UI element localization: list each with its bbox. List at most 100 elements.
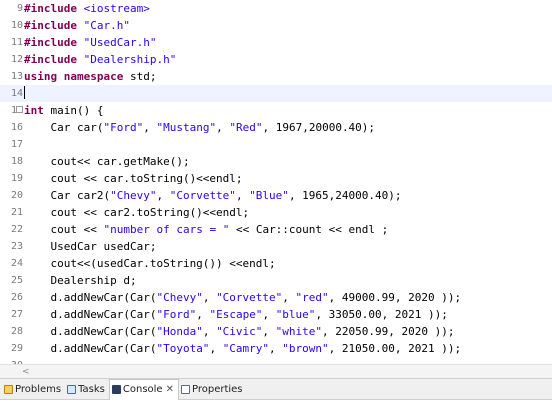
code-text: cout<<(usedCar.toString()) <<endl;	[24, 255, 276, 272]
line-number: 17	[10, 139, 23, 150]
line-number: 23	[10, 241, 23, 252]
properties-icon	[180, 384, 190, 394]
code-token: , 49000.99, 2020 ));	[328, 291, 462, 304]
tab-console[interactable]: Console ✕	[108, 378, 179, 400]
code-token: UsedCar usedCar;	[24, 240, 157, 253]
code-token: ,	[262, 325, 276, 338]
code-line-24[interactable]: 24 cout<<(usedCar.toString()) <<endl;	[0, 255, 552, 272]
code-text: cout << car2.toString()<<endl;	[24, 204, 249, 221]
code-token: ,	[196, 308, 210, 321]
code-line-20[interactable]: 20 Car car2("Chevy", "Corvette", "Blue",…	[0, 187, 552, 204]
keyword-token: using	[24, 70, 58, 83]
code-text: int main() {	[24, 102, 103, 119]
code-text: #include "Dealership.h"	[24, 51, 176, 68]
code-line-30[interactable]: 30	[0, 357, 552, 364]
code-token: , 21050.00, 2021 ));	[328, 342, 462, 355]
line-number: 30	[3, 357, 23, 364]
code-line-22[interactable]: 22 cout << "number of cars = " << Car::c…	[0, 221, 552, 238]
string-token: "Ford"	[156, 308, 197, 321]
code-text: Car car("Ford", "Mustang", "Red", 1967,2…	[24, 119, 375, 136]
line-number: 18	[10, 156, 23, 167]
tasks-icon	[67, 384, 77, 394]
code-token: ,	[143, 121, 157, 134]
code-token: std;	[123, 70, 157, 83]
string-token: "red"	[295, 291, 329, 304]
tab-properties[interactable]: Properties	[179, 379, 247, 399]
code-line-29[interactable]: 29 d.addNewCar(Car("Toyota", "Camry", "b…	[0, 340, 552, 357]
string-token: "white"	[275, 325, 323, 338]
code-text: cout << car.toString()<<endl;	[24, 170, 243, 187]
string-token: "Ford"	[103, 121, 144, 134]
code-line-12[interactable]: 12 #include "Dealership.h"	[0, 51, 552, 68]
code-line-21[interactable]: 21 cout << car2.toString()<<endl;	[0, 204, 552, 221]
code-text: Car car2("Chevy", "Corvette", "Blue", 19…	[24, 187, 401, 204]
string-token: "Car.h"	[76, 19, 130, 32]
code-line-17[interactable]: 17	[0, 136, 552, 153]
console-output[interactable]	[0, 400, 552, 414]
code-line-23[interactable]: 23 UsedCar usedCar;	[0, 238, 552, 255]
code-text: cout << "number of cars = " << Car::coun…	[24, 221, 388, 238]
string-token: "Toyota"	[156, 342, 210, 355]
string-token: "Honda"	[156, 325, 203, 338]
keyword-token: int	[24, 104, 44, 117]
code-text: using namespace std;	[24, 68, 156, 85]
code-token: , 33050.00, 2021 ));	[315, 308, 448, 321]
code-token: ,	[216, 121, 230, 134]
keyword-token: #include	[24, 53, 77, 66]
code-text: d.addNewCar(Car("Toyota", "Camry", "brow…	[24, 340, 461, 357]
code-line-28[interactable]: 28 d.addNewCar(Car("Honda", "Civic", "wh…	[0, 323, 552, 340]
code-line-26[interactable]: 26 d.addNewCar(Car("Chevy", "Corvette", …	[0, 289, 552, 306]
code-token: cout << car.toString()<<endl;	[24, 172, 243, 185]
string-token: <iostream>	[76, 2, 150, 15]
code-line-14[interactable]: 14	[0, 85, 552, 102]
tab-tasks[interactable]: Tasks	[65, 379, 109, 399]
code-line-16[interactable]: 16 Car car("Ford", "Mustang", "Red", 196…	[0, 119, 552, 136]
code-token: cout<<(usedCar.toString()) <<endl;	[24, 257, 276, 270]
code-line-25[interactable]: 25 Dealership d;	[0, 272, 552, 289]
code-token: ,	[209, 342, 223, 355]
code-text: Dealership d;	[24, 272, 137, 289]
code-token: Car car(	[24, 121, 104, 134]
code-text: d.addNewCar(Car("Honda", "Civic", "white…	[24, 323, 454, 340]
string-token: "Civic"	[216, 325, 263, 338]
code-token: d.addNewCar(Car(	[24, 325, 157, 338]
fold-toggle-icon[interactable]	[16, 106, 23, 113]
code-line-9[interactable]: 9 #include <iostream>	[0, 0, 552, 17]
line-number: 12	[10, 54, 23, 65]
code-token: ,	[202, 291, 217, 304]
scroll-left-icon[interactable]: <	[22, 365, 30, 379]
code-line-27[interactable]: 27 d.addNewCar(Car("Ford", "Escape", "bl…	[0, 306, 552, 323]
code-token: ,	[269, 342, 283, 355]
code-line-10[interactable]: 10 #include "Car.h"	[0, 17, 552, 34]
code-token: ,	[202, 325, 217, 338]
keyword-token: #include	[24, 19, 77, 32]
string-token: "Corvette"	[169, 189, 236, 202]
tab-label: Console	[122, 384, 163, 395]
problems-icon	[4, 384, 13, 394]
code-token: Dealership d;	[24, 274, 137, 287]
code-text: d.addNewCar(Car("Chevy", "Corvette", "re…	[24, 289, 461, 306]
tab-label: Problems	[15, 383, 62, 395]
tab-problems[interactable]: Problems	[2, 379, 65, 399]
code-line-19[interactable]: 19 cout << car.toString()<<endl;	[0, 170, 552, 187]
code-text: #include "UsedCar.h"	[24, 34, 156, 51]
code-editor[interactable]: 9 #include <iostream> 10 #include "Car.h" 11…	[0, 0, 552, 364]
string-token: "Camry"	[222, 342, 270, 355]
text-caret	[24, 86, 25, 99]
close-icon[interactable]: ✕	[166, 384, 174, 395]
code-line-18[interactable]: 18 cout<< car.getMake();	[0, 153, 552, 170]
line-number: 16	[10, 122, 23, 133]
line-number: 11	[10, 37, 23, 48]
code-token: main() {	[43, 104, 104, 117]
code-line-15[interactable]: 15int main() {	[0, 102, 552, 119]
code-text: d.addNewCar(Car("Ford", "Escape", "blue"…	[24, 306, 448, 323]
line-number: 26	[10, 292, 23, 303]
tab-label: Tasks	[78, 383, 105, 395]
horizontal-scrollbar[interactable]: <	[0, 364, 552, 379]
string-token: "UsedCar.h"	[76, 36, 157, 49]
line-number: 10	[10, 20, 23, 31]
string-token: "Dealership.h"	[76, 53, 177, 66]
code-line-11[interactable]: 11 #include "UsedCar.h"	[0, 34, 552, 51]
code-line-13[interactable]: 13 using namespace std;	[0, 68, 552, 85]
